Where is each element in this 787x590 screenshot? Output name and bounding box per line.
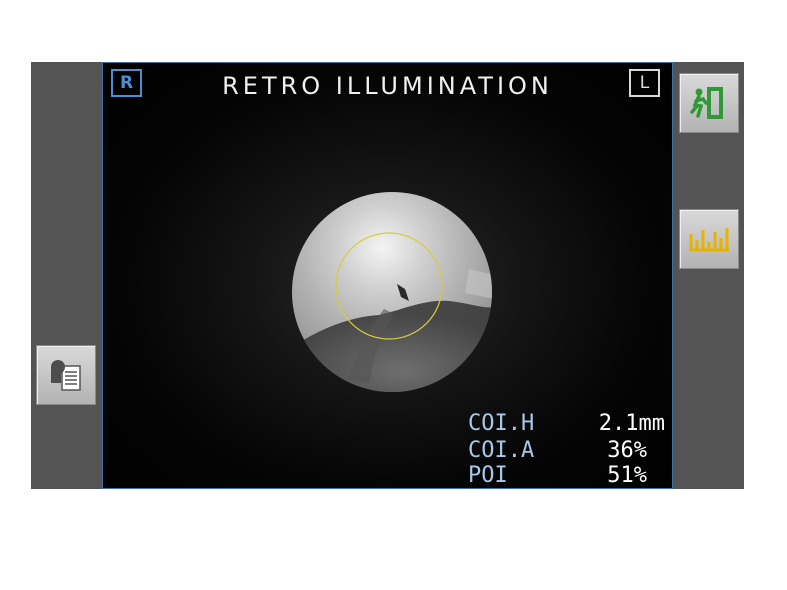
readout-label-coi-a: COI.A [468, 438, 535, 463]
readout-value-coi-a: 36% [607, 438, 647, 463]
bar-graph-icon [689, 228, 729, 252]
analysis-graph-button[interactable] [679, 209, 739, 269]
retro-illumination-image [292, 192, 492, 392]
print-report-icon [51, 360, 81, 391]
left-eye-badge[interactable]: L [629, 69, 660, 97]
readout-label-coi-h: COI.H [468, 411, 535, 436]
readout-label-poi: POI [468, 463, 508, 488]
exit-door-icon [690, 87, 723, 119]
readout-value-coi-h: 2.1mm [598, 411, 665, 436]
mode-title: RETRO ILLUMINATION [222, 72, 553, 100]
camera-view: R RETRO ILLUMINATION L COI.H 2.1mm COI.A… [102, 62, 673, 489]
exit-button[interactable] [679, 73, 739, 133]
readout-value-poi: 51% [607, 463, 647, 488]
print-button[interactable] [36, 345, 96, 405]
